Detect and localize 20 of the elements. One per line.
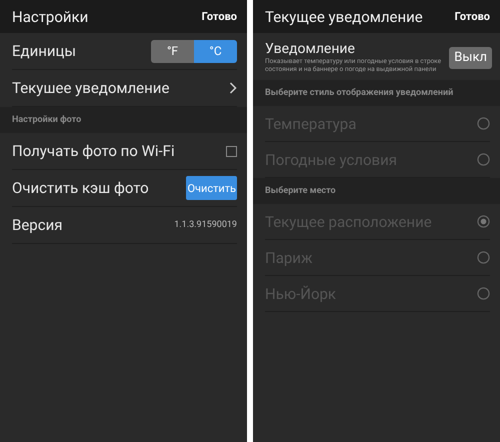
checkbox[interactable] [226, 146, 237, 156]
clear-button[interactable]: Очистить [186, 176, 237, 200]
screen-title: Текущее уведомление [265, 8, 423, 26]
wifi-label: Получать фото по Wi-Fi [12, 142, 175, 160]
screen-title: Настройки [12, 8, 88, 26]
done-link[interactable]: Готово [202, 10, 237, 23]
done-link[interactable]: Готово [454, 10, 490, 23]
unit-toggle[interactable]: °C [194, 40, 237, 62]
notification-title: Уведомление [265, 42, 356, 57]
chevron-right-icon[interactable] [229, 82, 237, 94]
version-label: Версия [12, 216, 62, 234]
unit-toggle[interactable]: °F [151, 40, 194, 62]
cache-label: Очистить кэш фото [12, 179, 149, 197]
section-title: Выберите место [265, 186, 336, 196]
section-title: Выберите стиль отображения уведомлений [265, 88, 454, 98]
section-title: Настройки фото [12, 115, 82, 125]
units-label: Единицы [12, 42, 76, 60]
notification-label[interactable]: Текушее уведомление [12, 79, 170, 97]
version-value: 1.1.3.91590019 [174, 220, 237, 230]
toggle-button[interactable]: Выкл [449, 46, 492, 68]
